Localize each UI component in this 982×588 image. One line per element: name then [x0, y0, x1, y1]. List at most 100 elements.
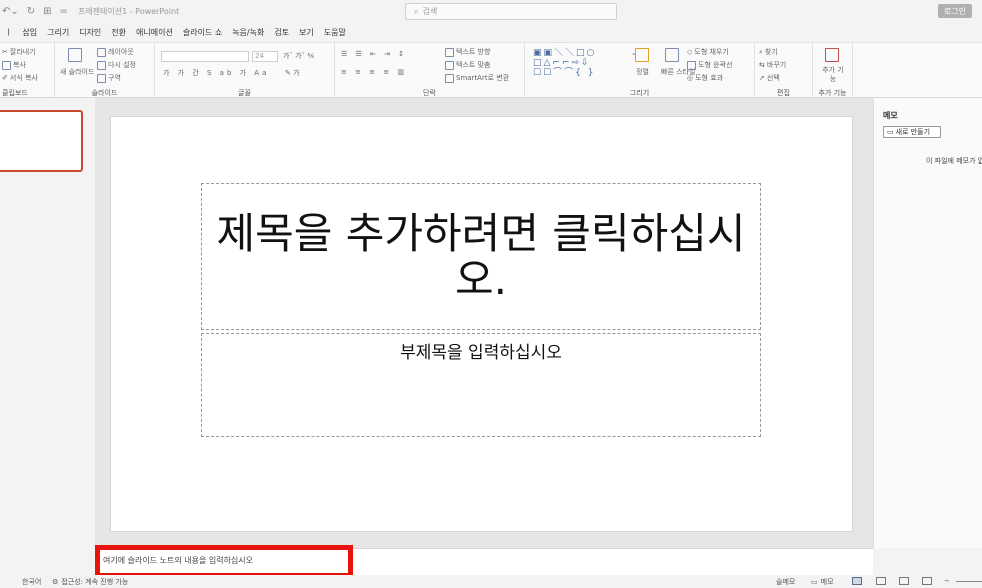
group-label-clipboard: 클립보드: [2, 89, 28, 97]
format-painter-button[interactable]: ✐ 서식 복사: [2, 73, 38, 83]
cursor-icon: ➚: [759, 74, 765, 82]
font-name-combo[interactable]: [161, 51, 249, 62]
comments-toggle-button[interactable]: ▭ 메모: [811, 577, 834, 587]
tab-slideshow[interactable]: 슬라이드 쇼: [178, 22, 227, 42]
group-clipboard: ✂ 잘라내기 복사 ✐ 서식 복사 클립보드: [0, 43, 55, 99]
slide-canvas[interactable]: 제목을 추가하려면 클릭하십시오. 부제목을 입력하십시오: [110, 116, 853, 532]
search-box[interactable]: ⌕ 검색: [405, 3, 617, 20]
comments-title: 메모: [883, 111, 898, 120]
scissors-icon: ✂: [2, 48, 8, 56]
new-slide-icon[interactable]: [68, 48, 82, 62]
pin-icon[interactable]: ⊞: [43, 6, 51, 17]
reset-icon: [97, 60, 106, 70]
status-bar: 한국어 ⚙ 접근성: 계속 진행 가능 슬메모 ▭ 메모 −: [0, 575, 982, 588]
zoom-slider[interactable]: [956, 581, 982, 582]
ribbon-tabs: ㅣ 삽입 그리기 디자인 전환 애니메이션 슬라이드 쇼 녹음/녹화 검토 보기…: [0, 22, 982, 42]
align-text-button[interactable]: 텍스트 맞춤: [445, 60, 490, 70]
smartart-button[interactable]: SmartArt로 변환: [445, 73, 509, 83]
copy-button[interactable]: 복사: [2, 60, 26, 70]
group-label-slides: 슬라이드: [91, 89, 118, 97]
font-color-button[interactable]: ✎ 가: [285, 68, 300, 78]
replace-icon: ⇆: [759, 61, 765, 69]
normal-view-icon[interactable]: [852, 577, 862, 585]
quick-styles-icon[interactable]: [665, 48, 679, 62]
search-placeholder: 검색: [422, 7, 438, 16]
tab-design[interactable]: 디자인: [74, 22, 106, 42]
list-buttons[interactable]: ☰ ☰ ⇤ ⇥ ↕: [341, 50, 407, 58]
section-button[interactable]: 구역: [97, 73, 121, 83]
arrange-icon[interactable]: [635, 48, 649, 62]
copy-icon: [2, 60, 11, 70]
subtitle-placeholder[interactable]: 부제목을 입력하십시오: [201, 333, 761, 437]
tab-review[interactable]: 검토: [269, 22, 294, 42]
accessibility-icon: ⚙: [52, 578, 59, 586]
zoom-out-button[interactable]: −: [944, 577, 950, 585]
comment-icon: ▭: [887, 128, 894, 136]
tab-transitions[interactable]: 전환: [106, 22, 131, 42]
new-slide-button[interactable]: 새 슬라이드: [60, 67, 94, 77]
comments-pane: 메모 ▭ 새로 만들기 이 파일에 메모가 없: [873, 98, 982, 548]
slide-thumbnail-1[interactable]: [0, 110, 83, 172]
group-label-drawing: 그리기: [629, 89, 650, 97]
group-paragraph: ☰ ☰ ⇤ ⇥ ↕ ≡ ≡ ≡ ≡ ▥ 텍스트 방향 텍스트 맞춤 SmartA…: [335, 43, 525, 99]
tab-help[interactable]: 도움말: [319, 22, 351, 42]
group-label-paragraph: 단락: [423, 89, 436, 97]
group-label-font: 글꼴: [238, 89, 251, 97]
select-button[interactable]: ➚ 선택: [759, 73, 780, 83]
accessibility-indicator[interactable]: ⚙ 접근성: 계속 진행 가능: [52, 577, 128, 587]
group-editing: ⌕ 찾기 ⇆ 바꾸기 ➚ 선택 편집: [755, 43, 813, 99]
shape-effects-button[interactable]: ◎ 도형 효과: [687, 73, 723, 83]
tab-insert[interactable]: 삽입: [17, 22, 42, 42]
comment-icon: ▭: [811, 578, 818, 586]
tab-animations[interactable]: 애니메이션: [131, 22, 178, 42]
text-direction-button[interactable]: 텍스트 방향: [445, 47, 490, 57]
addins-icon[interactable]: [825, 48, 839, 62]
outline-icon: [687, 60, 696, 70]
text-direction-icon: [445, 47, 454, 57]
new-comment-button[interactable]: ▭ 새로 만들기: [883, 126, 941, 138]
document-title: 프레젠테이션1 - PowerPoint: [77, 6, 180, 16]
notes-pane: 여기에 슬라이드 노트의 내용을 입력하십시오: [95, 545, 873, 578]
layout-icon: [97, 47, 106, 57]
replace-button[interactable]: ⇆ 바꾸기: [759, 60, 786, 70]
cut-button[interactable]: ✂ 잘라내기: [2, 47, 36, 57]
shapes-gallery[interactable]: ▣▣＼＼□○ □△⌐⌐⇨⇩ ☐☐⌒⌒{ }: [533, 48, 596, 78]
align-buttons[interactable]: ≡ ≡ ≡ ≡ ▥: [341, 68, 407, 76]
quick-access-toolbar: ↶⌄ ↻ ⊞ =: [0, 6, 68, 17]
font-grow-shrink[interactable]: 가ˆ 가ˇ ⅍: [283, 51, 314, 61]
slide-editing-area: 제목을 추가하려면 클릭하십시오. 부제목을 입력하십시오: [95, 98, 873, 548]
brush-icon: ✐: [2, 74, 8, 82]
fill-icon: ◇: [687, 48, 693, 56]
effects-icon: ◎: [687, 74, 694, 82]
notes-toggle-button[interactable]: 슬메모: [776, 577, 795, 587]
title-placeholder[interactable]: 제목을 추가하려면 클릭하십시오.: [201, 183, 761, 330]
slide-sorter-icon[interactable]: [876, 577, 886, 585]
login-button[interactable]: 로그인: [938, 4, 972, 18]
slide-thumbnail-pane: [0, 98, 95, 548]
group-slides: 새 슬라이드 레이아웃 다시 설정 구역 슬라이드: [55, 43, 155, 99]
tab-record[interactable]: 녹음/녹화: [227, 22, 269, 42]
reset-button[interactable]: 다시 설정: [97, 60, 136, 70]
title-bar: ↶⌄ ↻ ⊞ = 프레젠테이션1 - PowerPoint ⌕ 검색 로그인: [0, 0, 982, 22]
layout-button[interactable]: 레이아웃: [97, 47, 134, 57]
group-addins: 추가 기능 추가 기능: [813, 43, 853, 99]
font-size-combo[interactable]: 24: [252, 51, 278, 62]
find-button[interactable]: ⌕ 찾기: [759, 47, 778, 57]
undo-icon[interactable]: ↶⌄: [2, 6, 19, 17]
language-indicator[interactable]: 한국어: [22, 577, 41, 587]
section-icon: [97, 73, 106, 83]
addins-button[interactable]: 추가 기능: [821, 66, 845, 84]
shape-outline-button[interactable]: 도형 윤곽선: [687, 60, 732, 70]
redo-icon[interactable]: ↻: [27, 6, 35, 17]
shape-fill-button[interactable]: ◇ 도형 채우기: [687, 47, 729, 57]
notes-input[interactable]: 여기에 슬라이드 노트의 내용을 입력하십시오: [103, 555, 253, 566]
font-style-buttons[interactable]: 가 가 간 S ab 가 Aa: [163, 68, 269, 78]
customize-icon[interactable]: =: [60, 6, 68, 17]
reading-view-icon[interactable]: [899, 577, 909, 585]
slideshow-view-icon[interactable]: [922, 577, 932, 585]
align-text-icon: [445, 60, 454, 70]
arrange-button[interactable]: 정렬: [636, 67, 649, 77]
tab-draw[interactable]: 그리기: [42, 22, 74, 42]
tab-home-partial[interactable]: ㅣ: [0, 22, 17, 42]
tab-view[interactable]: 보기: [294, 22, 319, 42]
